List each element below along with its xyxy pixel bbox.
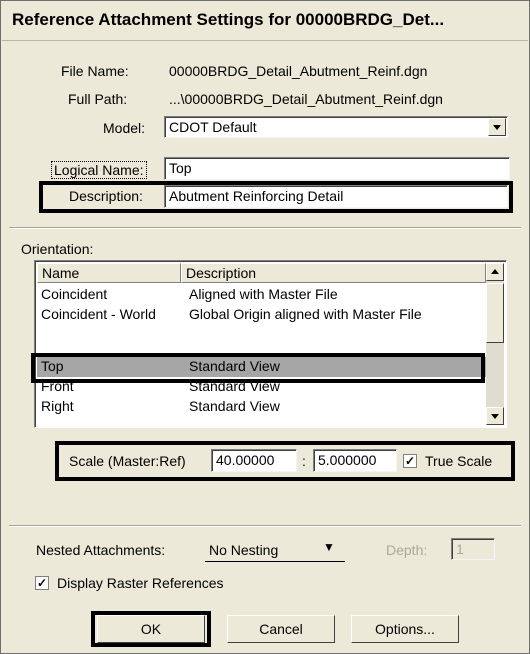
nested-attachments-label: Nested Attachments:	[36, 542, 166, 558]
column-header-description[interactable]: Description	[181, 263, 486, 283]
orientation-row-right[interactable]: Right Standard View	[37, 397, 486, 417]
scale-separator: :	[302, 453, 306, 469]
options-button[interactable]: Options...	[351, 615, 459, 643]
logical-name-label: Logical Name:	[51, 161, 147, 179]
column-header-description-label: Description	[186, 265, 257, 281]
depth-label: Depth:	[386, 542, 428, 558]
logical-name-value: Top	[169, 160, 192, 176]
scroll-up-button[interactable]	[486, 263, 504, 281]
window-title: Reference Attachment Settings for 00000B…	[12, 10, 445, 29]
row-description: Standard View	[189, 398, 280, 414]
divider	[9, 525, 521, 527]
scale-master-input[interactable]: 40.00000	[211, 449, 297, 472]
row-name: Right	[41, 398, 74, 414]
chevron-down-icon	[493, 125, 501, 130]
row-description: Aligned with Master File	[189, 286, 338, 302]
display-raster-checkbox[interactable]: ✓	[35, 576, 49, 590]
row-name: Coincident	[41, 286, 108, 302]
scroll-down-button[interactable]	[486, 407, 504, 425]
scale-master-value: 40.00000	[216, 452, 275, 468]
file-name-label: File Name:	[61, 63, 129, 79]
depth-value: 1	[456, 541, 464, 557]
scale-label: Scale (Master:Ref)	[69, 453, 186, 469]
nested-attachments-value: No Nesting	[209, 542, 279, 558]
display-raster-label: Display Raster References	[57, 575, 224, 591]
cancel-label: Cancel	[259, 621, 303, 637]
model-label: Model:	[103, 120, 146, 136]
description-label: Description:	[69, 188, 143, 204]
column-header-name-label: Name	[42, 265, 80, 281]
title-bar[interactable]: Reference Attachment Settings for 00000B…	[2, 2, 528, 41]
true-scale-label: True Scale	[425, 453, 493, 469]
orientation-list[interactable]: Name Description Coincident Aligned with…	[34, 260, 507, 428]
row-name: Coincident - World	[41, 306, 156, 322]
model-value: CDOT Default	[169, 119, 257, 135]
description-input[interactable]: Abutment Reinforcing Detail	[164, 185, 508, 208]
file-name-value: 00000BRDG_Detail_Abutment_Reinf.dgn	[169, 63, 428, 79]
top-row-highlight-box	[31, 353, 485, 383]
orientation-row-blank[interactable]	[37, 325, 486, 345]
model-dropdown-button[interactable]	[488, 118, 506, 136]
row-description: Global Origin aligned with Master File	[189, 306, 422, 322]
model-dropdown[interactable]: CDOT Default	[164, 116, 508, 138]
orientation-label: Orientation:	[21, 241, 94, 257]
cancel-button[interactable]: Cancel	[227, 615, 335, 643]
column-header-name[interactable]: Name	[37, 263, 181, 283]
depth-input[interactable]: 1	[451, 538, 495, 560]
scroll-thumb[interactable]	[486, 283, 504, 343]
logical-name-input[interactable]: Top	[164, 157, 510, 180]
orientation-row-coincident-world[interactable]: Coincident - World Global Origin aligned…	[37, 305, 486, 325]
vertical-scrollbar[interactable]	[486, 263, 504, 425]
options-label: Options...	[375, 621, 435, 637]
chevron-down-icon: ▼	[323, 540, 335, 554]
orientation-row-coincident[interactable]: Coincident Aligned with Master File	[37, 285, 486, 305]
arrow-up-icon	[491, 269, 499, 274]
scale-ref-value: 5.000000	[318, 452, 377, 468]
reference-attachment-dialog: Reference Attachment Settings for 00000B…	[0, 0, 530, 654]
true-scale-checkbox[interactable]: ✓	[403, 454, 417, 468]
description-value: Abutment Reinforcing Detail	[169, 188, 344, 204]
scale-ref-input[interactable]: 5.000000	[313, 449, 397, 472]
ok-button[interactable]: OK	[97, 615, 205, 643]
full-path-value: ...\00000BRDG_Detail_Abutment_Reinf.dgn	[169, 91, 443, 107]
full-path-label: Full Path:	[68, 91, 128, 107]
ok-label: OK	[140, 621, 162, 637]
arrow-down-icon	[491, 414, 499, 419]
divider	[9, 227, 521, 229]
nested-attachments-dropdown[interactable]: No Nesting ▼	[205, 537, 345, 562]
